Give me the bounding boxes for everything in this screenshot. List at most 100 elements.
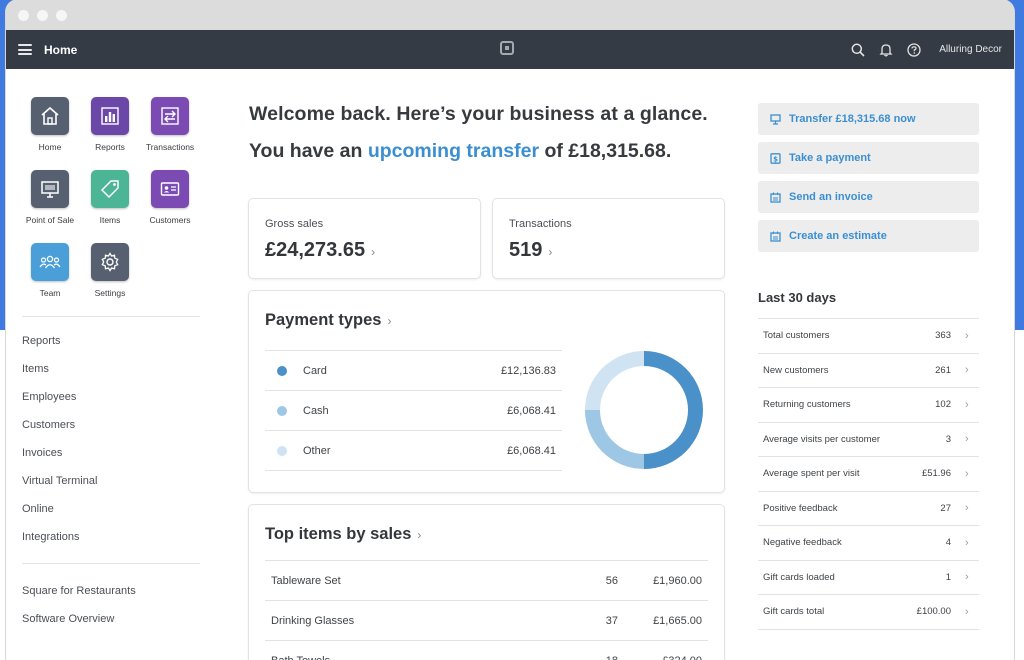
tile-settings[interactable]: Settings [80,243,140,298]
metric-name: Returning customers [763,399,851,411]
payment-type-row[interactable]: Card £12,136.83 [265,350,562,390]
window-chrome [6,0,1014,30]
last-30-days-row[interactable]: Gift cards total £100.00 › [758,594,979,630]
send-invoice-button[interactable]: Send an invoice [758,181,979,213]
tile-customers[interactable]: Customers [140,170,200,225]
last-30-days-row[interactable]: Average spent per visit £51.96 › [758,456,979,491]
window-minimize-dot[interactable] [37,9,48,21]
sidebar-item-square-for-restaurants[interactable]: Square for Restaurants [22,577,136,605]
transfer-now-button[interactable]: Transfer £18,315.68 now [758,103,979,135]
tile-label: Reports [95,142,125,152]
tile-transactions[interactable]: Transactions [140,97,200,152]
sidebar-item-employees[interactable]: Employees [22,383,97,411]
gross-sales-value: £24,273.65 › [265,239,376,261]
metric-value: £100.00 [916,606,951,618]
legend-dot-icon [277,405,287,416]
chevron-right-icon: › [965,502,969,515]
sidebar-item-software-overview[interactable]: Software Overview [22,605,136,633]
payment-type-amount: £6,068.41 [507,404,556,417]
top-item-quantity: 37 [605,614,618,627]
take-payment-button[interactable]: $ Take a payment [758,142,979,174]
top-item-amount: £1,665.00 [653,614,702,627]
sidebar-nav-primary: Reports Items Employees Customers Invoic… [22,327,97,551]
payment-type-row[interactable]: Other £6,068.41 [265,430,562,471]
transfer-heading: You have an upcoming transfer of £18,315… [249,140,671,163]
transactions-card[interactable]: Transactions 519 › [493,199,724,278]
gross-sales-card[interactable]: Gross sales £24,273.65 › [249,199,480,278]
last-30-days-row[interactable]: Returning customers 102 › [758,387,979,422]
create-estimate-button[interactable]: Create an estimate [758,220,979,252]
help-icon[interactable] [907,42,921,57]
business-name[interactable]: Alluring Decor [939,44,1002,55]
tile-label: Home [38,142,62,152]
square-logo-icon[interactable] [500,41,514,55]
last-30-days-row[interactable]: Average visits per customer 3 › [758,421,979,457]
invoice-icon [770,192,781,203]
sidebar-divider [22,563,200,564]
transactions-label: Transactions [509,218,572,230]
donut-slice-card [644,351,703,469]
tile-items[interactable]: Items [80,170,140,225]
last-30-days-title: Last 30 days [758,290,837,305]
sidebar-item-virtual-terminal[interactable]: Virtual Terminal [22,467,97,495]
sidebar-item-invoices[interactable]: Invoices [22,439,97,467]
top-item-name: Drinking Glasses [271,614,355,627]
chevron-right-icon: › [965,571,969,584]
chevron-right-icon: › [965,364,969,377]
top-item-row[interactable]: Drinking Glasses 37 £1,665.00 [265,600,708,640]
menu-icon[interactable] [18,44,32,55]
tile-reports[interactable]: Reports [80,97,140,152]
metric-name: Average spent per visit [763,468,860,480]
top-item-row[interactable]: Tableware Set 56 £1,960.00 [265,560,708,600]
payment-types-table: Card £12,136.83 Cash £6,068.41 Other £6,068.4… [265,350,562,471]
payment-type-amount: £12,136.83 [500,364,556,377]
welcome-heading: Welcome back. Here’s your business at a … [249,103,708,125]
window-maximize-dot[interactable] [56,9,67,21]
last-30-days-row[interactable]: Positive feedback 27 › [758,490,979,526]
payment-types-title[interactable]: Payment types › [265,311,391,330]
chevron-right-icon: › [548,245,553,259]
transfer-suffix: of £18,315.68. [539,140,672,162]
top-items-title[interactable]: Top items by sales › [265,525,421,544]
sidebar-divider [22,316,200,317]
chevron-right-icon: › [417,528,422,542]
action-label: Transfer £18,315.68 now [789,113,916,125]
sidebar-item-online[interactable]: Online [22,495,97,523]
payment-type-row[interactable]: Cash £6,068.41 [265,390,562,430]
metric-value: 102 [935,399,951,411]
chevron-right-icon: › [965,605,969,618]
window-close-dot[interactable] [18,9,29,21]
tile-point-of-sale[interactable]: Point of Sale [20,170,80,225]
last-30-days-row[interactable]: Total customers 363 › [758,318,979,353]
upcoming-transfer-link[interactable]: upcoming transfer [368,140,539,162]
chevron-right-icon: › [965,467,969,480]
metric-name: Positive feedback [763,502,838,514]
last-30-days-row[interactable]: New customers 261 › [758,352,979,388]
tile-label: Transactions [145,142,195,152]
top-bar-actions: Alluring Decor [851,30,1002,69]
top-item-name: Bath Towels [265,655,578,660]
tile-label: Team [39,288,61,298]
tile-home[interactable]: Home [20,97,80,152]
metric-name: Gift cards total [763,606,825,618]
gear-icon [91,243,129,281]
donut-slice-cash [585,410,644,469]
action-label: Create an estimate [789,230,887,242]
tile-label: Settings [94,288,126,298]
gross-sales-label: Gross sales [265,218,324,230]
top-item-row[interactable]: Bath Towels18£324.00 [265,640,708,660]
transfer-prefix: You have an [249,140,368,162]
sidebar-item-reports[interactable]: Reports [22,327,97,355]
top-item-amount: £324.00 [618,655,708,660]
last-30-days-row[interactable]: Gift cards loaded 1 › [758,559,979,595]
search-icon[interactable] [851,43,865,57]
tile-team[interactable]: Team [20,243,80,298]
metric-value: 3 [945,433,951,445]
sidebar-item-integrations[interactable]: Integrations [22,523,97,551]
top-item-amount: £1,960.00 [653,574,702,587]
sidebar-item-customers[interactable]: Customers [22,411,97,439]
sidebar-item-items[interactable]: Items [22,355,97,383]
metric-value: 1 [945,571,951,583]
bell-icon[interactable] [879,43,893,57]
last-30-days-row[interactable]: Negative feedback 4 › [758,525,979,560]
